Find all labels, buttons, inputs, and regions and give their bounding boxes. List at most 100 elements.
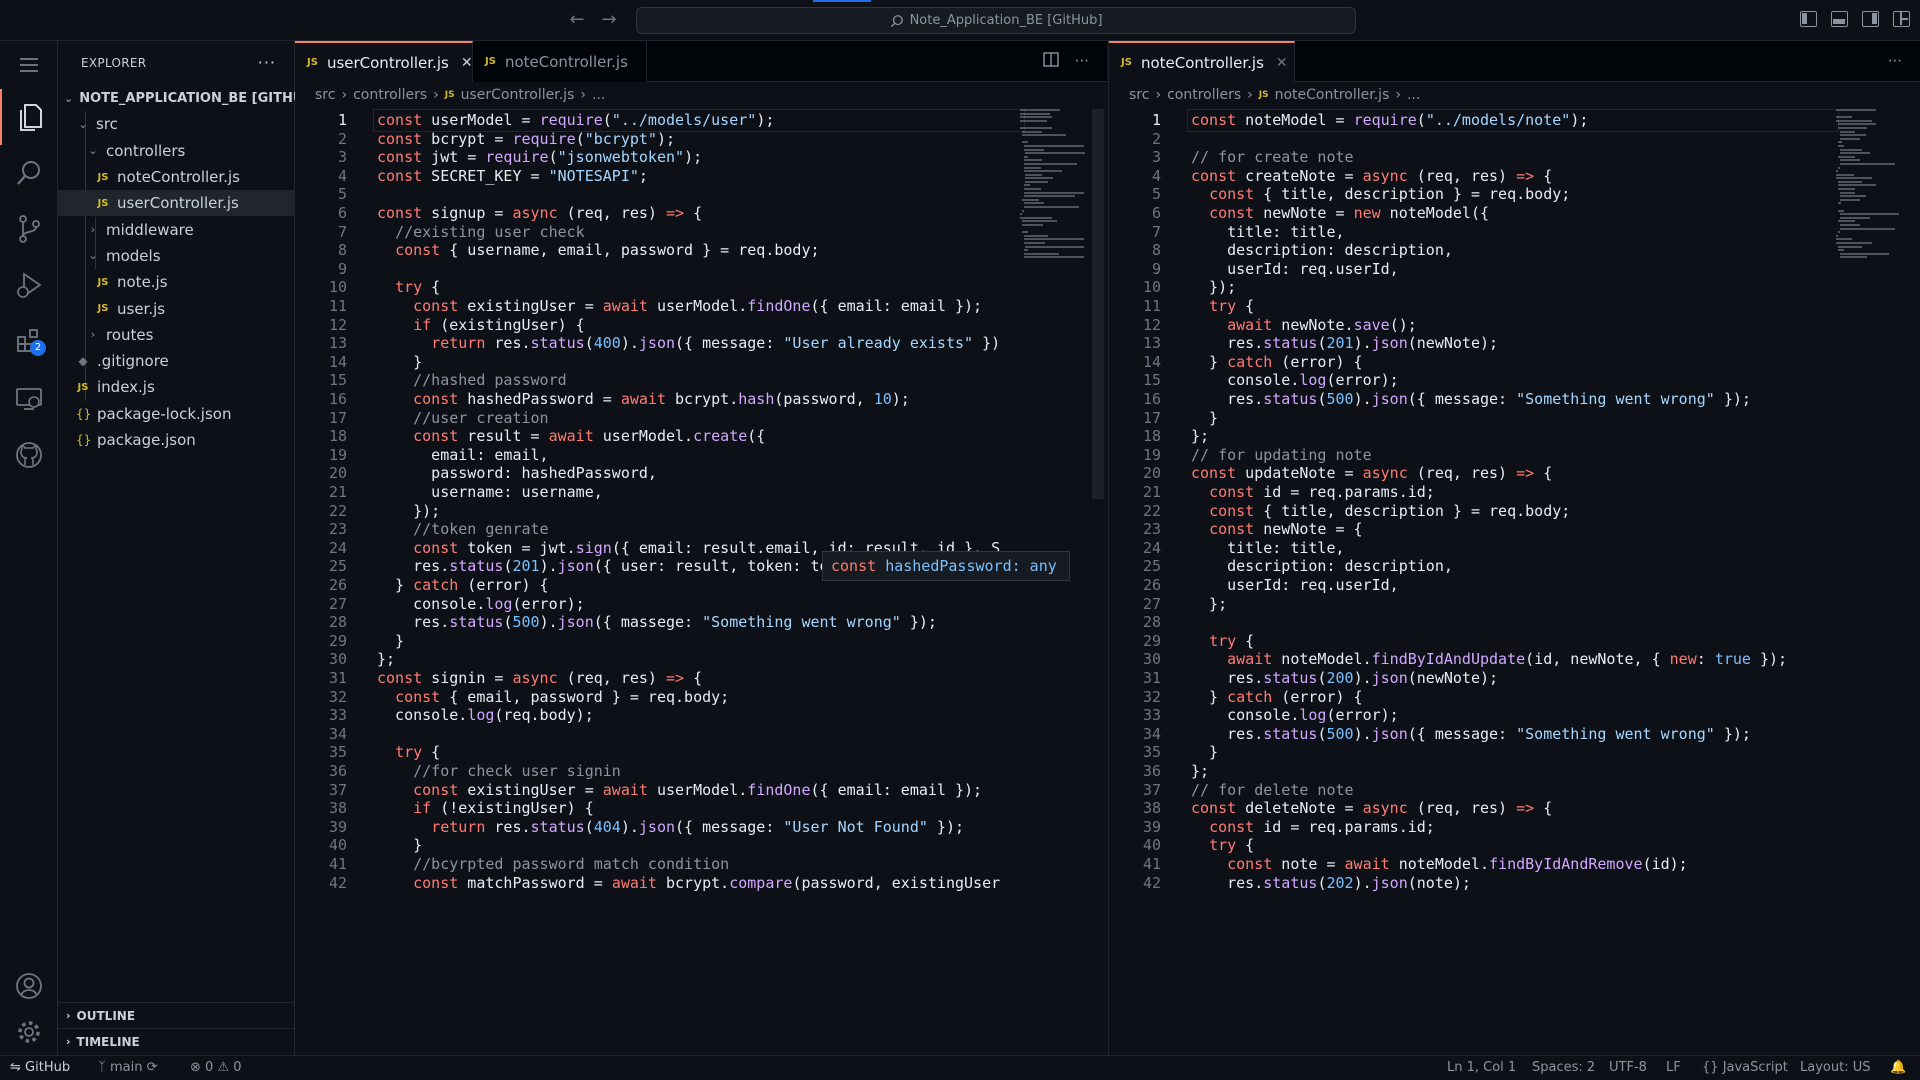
problems-indicator[interactable]: ⊗ 0 ⚠ 0 <box>190 1056 242 1080</box>
toggle-primary-sidebar-icon[interactable] <box>1800 11 1817 27</box>
tab-bar: JS userController.js ✕ JS noteController… <box>295 41 1107 82</box>
cursor-position[interactable]: Ln 1, Col 1 <box>1447 1056 1516 1080</box>
warning-count: 0 <box>233 1060 242 1075</box>
toggle-secondary-sidebar-icon[interactable] <box>1862 11 1879 27</box>
git-branch-icon: ᛉ <box>98 1060 106 1075</box>
extensions-icon[interactable]: 2 <box>0 313 58 369</box>
menu-icon[interactable] <box>0 41 58 89</box>
close-icon[interactable]: ✕ <box>461 55 473 71</box>
breadcrumb-item[interactable]: controllers <box>1167 87 1241 103</box>
source-control-icon[interactable] <box>0 201 58 257</box>
tree-file-notecontroller[interactable]: JS noteController.js <box>58 164 294 190</box>
tree-file-gitignore[interactable]: ◆ .gitignore <box>58 348 294 374</box>
breadcrumb-item[interactable]: controllers <box>353 87 427 103</box>
forward-arrow-icon[interactable]: → <box>599 10 619 30</box>
command-center[interactable]: Note_Application_BE [GitHub] <box>636 7 1356 34</box>
github-icon[interactable] <box>0 427 58 483</box>
tree-folder-middleware[interactable]: › middleware <box>58 216 294 242</box>
timeline-label: TIMELINE <box>76 1034 140 1049</box>
minimap-line <box>1021 134 1066 137</box>
minimap-line <box>1023 155 1029 158</box>
minimap-line <box>1021 209 1025 212</box>
tree-folder-routes[interactable]: › routes <box>58 322 294 348</box>
tree-root-label: NOTE_APPLICATION_BE [GITHUB] <box>79 90 320 106</box>
tree-item-label: package-lock.json <box>97 404 232 423</box>
breadcrumb-item[interactable]: ... <box>592 87 605 103</box>
timeline-section-header[interactable]: › TIMELINE <box>58 1028 295 1054</box>
language-label: JavaScript <box>1722 1060 1788 1075</box>
title-bar: ← → Note_Application_BE [GitHub] <box>0 0 1920 41</box>
minimap-line <box>1839 198 1861 201</box>
end-of-line[interactable]: LF <box>1666 1056 1681 1080</box>
accounts-icon[interactable] <box>0 963 58 1009</box>
more-actions-icon[interactable]: ··· <box>1075 52 1089 70</box>
tree-file-index[interactable]: JS index.js <box>58 374 294 400</box>
tree-folder-models[interactable]: ⌄ models <box>58 243 294 269</box>
vertical-scrollbar[interactable] <box>1092 109 1104 499</box>
code-line[interactable]: const matchPassword = await bcrypt.compa… <box>377 872 1021 895</box>
tab-notecontroller-right[interactable]: JS noteController.js ✕ <box>1109 41 1295 82</box>
tab-label: userController.js <box>326 53 449 72</box>
chevron-right-icon: › <box>90 328 96 342</box>
split-editor-icon[interactable] <box>1042 52 1059 70</box>
tree-file-user[interactable]: JS user.js <box>58 295 294 321</box>
code-line[interactable]: res.status(202).json(note); <box>1191 872 1835 895</box>
minimap[interactable] <box>1836 109 1906 259</box>
breadcrumb-item[interactable]: src <box>315 87 335 103</box>
chevron-down-icon: ⌄ <box>78 117 88 131</box>
breadcrumb-item[interactable]: src <box>1129 87 1149 103</box>
minimap-line <box>1836 109 1876 111</box>
extensions-badge: 2 <box>30 340 46 356</box>
toggle-panel-icon[interactable] <box>1831 11 1848 27</box>
javascript-file-icon: JS <box>307 57 318 68</box>
run-debug-icon[interactable] <box>0 257 58 313</box>
back-arrow-icon[interactable]: ← <box>567 10 587 30</box>
tab-notecontroller[interactable]: JS noteController.js <box>473 41 647 82</box>
editor-actions: ··· <box>1888 52 1902 70</box>
tree-folder-src[interactable]: ⌄ src <box>58 111 294 137</box>
breadcrumb-item[interactable]: noteController.js <box>1275 87 1390 103</box>
minimap-line <box>1023 202 1045 205</box>
breadcrumb-item[interactable]: userController.js <box>461 87 575 103</box>
more-actions-icon[interactable]: ··· <box>1888 52 1902 70</box>
minimap-line <box>1837 180 1863 183</box>
remote-indicator[interactable]: ⇋ GitHub <box>10 1056 70 1080</box>
minimap-line <box>1021 220 1057 223</box>
encoding[interactable]: UTF-8 <box>1609 1056 1647 1080</box>
tree-folder-controllers[interactable]: ⌄ controllers <box>58 138 294 164</box>
close-icon[interactable]: ✕ <box>1276 55 1288 71</box>
more-actions-icon[interactable]: ··· <box>258 53 276 72</box>
javascript-file-icon: JS <box>97 197 109 209</box>
remote-label: GitHub <box>25 1060 71 1075</box>
tree-item-label: userController.js <box>117 194 239 213</box>
tree-root-folder[interactable]: ⌄ NOTE_APPLICATION_BE [GITHUB] <box>58 85 319 111</box>
line-number[interactable]: 42 <box>1109 872 1161 895</box>
remote-explorer-icon[interactable] <box>0 371 58 427</box>
chevron-down-icon: ⌄ <box>88 249 98 263</box>
activity-bar: 2 <box>0 41 58 1055</box>
line-number[interactable]: 42 <box>295 872 347 895</box>
minimap-line <box>1836 173 1854 176</box>
explorer-icon[interactable] <box>0 89 58 145</box>
tree-file-package[interactable]: {} package.json <box>58 427 294 453</box>
tree-file-usercontroller[interactable]: JS userController.js <box>58 190 294 217</box>
indentation[interactable]: Spaces: 2 <box>1532 1056 1595 1080</box>
notifications-bell-icon[interactable]: 🔔 <box>1890 1056 1906 1080</box>
settings-gear-icon[interactable] <box>0 1009 58 1055</box>
branch-indicator[interactable]: ᛉ main ⟳ <box>98 1056 157 1080</box>
breadcrumb-item[interactable]: ... <box>1407 87 1420 103</box>
tree-file-package-lock[interactable]: {} package-lock.json <box>58 401 294 427</box>
customize-layout-icon[interactable] <box>1893 11 1910 27</box>
javascript-file-icon: JS <box>485 56 496 67</box>
outline-section-header[interactable]: › OUTLINE <box>58 1002 295 1028</box>
minimap[interactable] <box>1020 109 1090 259</box>
tree-item-label: .gitignore <box>97 352 169 371</box>
minimap-line <box>1836 241 1872 244</box>
language-mode[interactable]: {} JavaScript <box>1702 1056 1788 1080</box>
editor-group-right: JS noteController.js ✕ ··· src › controll… <box>1108 41 1920 1055</box>
keyboard-layout[interactable]: Layout: US <box>1800 1056 1870 1080</box>
search-icon[interactable] <box>0 145 58 201</box>
minimap-line <box>1020 109 1060 111</box>
tab-usercontroller[interactable]: JS userController.js ✕ <box>295 41 473 82</box>
tree-file-note[interactable]: JS note.js <box>58 269 294 295</box>
